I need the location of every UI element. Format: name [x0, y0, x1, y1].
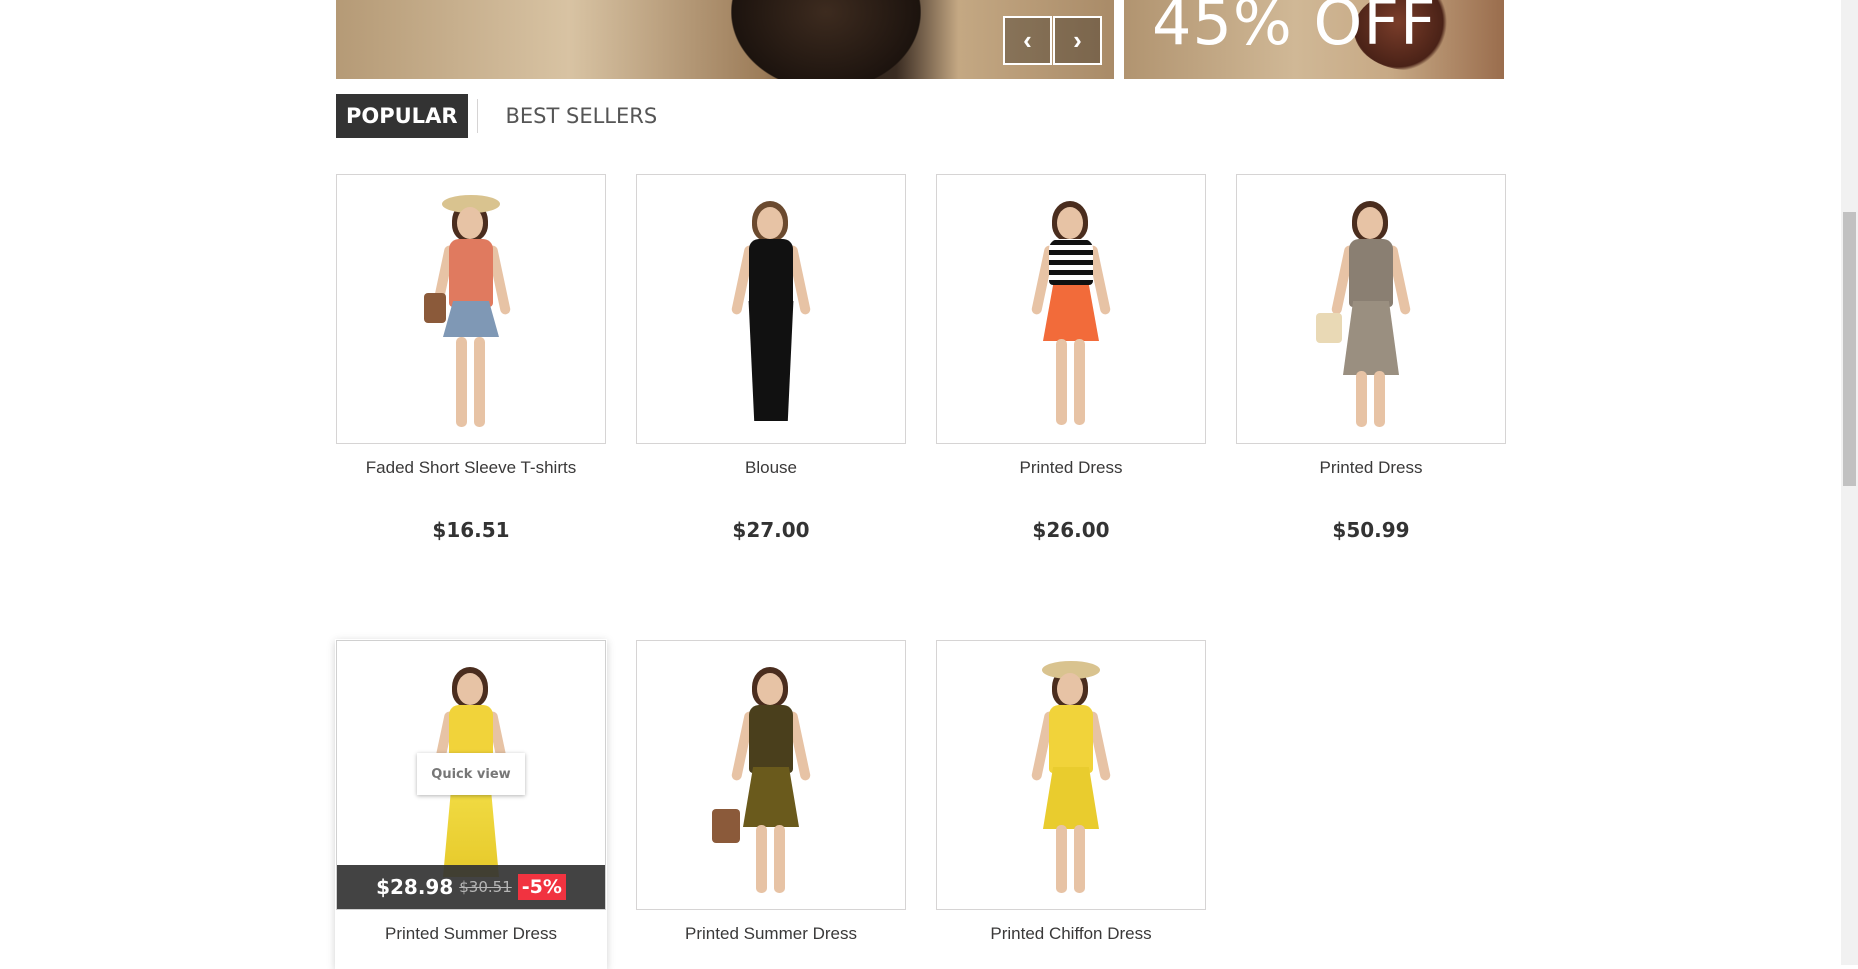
product-price: $16.51: [432, 518, 510, 542]
product-image[interactable]: [1236, 174, 1506, 444]
product-name[interactable]: Printed Summer Dress: [336, 924, 606, 944]
tab-popular[interactable]: POPULAR: [336, 94, 468, 138]
model-image: [416, 193, 526, 433]
discount-badge: -5%: [517, 874, 566, 900]
scrollbar-thumb[interactable]: [1843, 212, 1856, 486]
product-image[interactable]: Quick view $28.98 $30.51 -5%: [336, 640, 606, 910]
product-tabs: POPULAR BEST SELLERS: [336, 94, 667, 138]
product-name[interactable]: Printed Chiffon Dress: [936, 924, 1206, 944]
model-jacket-image: [731, 0, 921, 79]
quick-view-button[interactable]: Quick view: [417, 753, 525, 795]
product-price: $50.99: [1332, 518, 1410, 542]
slider-nav: ‹ ›: [1003, 16, 1102, 68]
product-card[interactable]: Printed Summer Dress: [636, 640, 906, 944]
price-bar: $28.98 $30.51 -5%: [337, 865, 605, 909]
model-image: [1016, 193, 1126, 433]
product-name[interactable]: Faded Short Sleeve T-shirts: [336, 458, 606, 478]
product-card[interactable]: Printed Dress $50.99: [1236, 174, 1506, 542]
slider-next-button[interactable]: ›: [1053, 16, 1102, 65]
product-price: $27.00: [732, 518, 810, 542]
product-image[interactable]: [336, 174, 606, 444]
old-price: $30.51: [459, 878, 512, 896]
product-image[interactable]: [636, 640, 906, 910]
product-card[interactable]: Faded Short Sleeve T-shirts $16.51: [336, 174, 606, 542]
promo-text: 45% OFF: [1152, 0, 1437, 59]
slider-prev-button[interactable]: ‹: [1003, 16, 1052, 65]
product-image[interactable]: [936, 640, 1206, 910]
chevron-right-icon: ›: [1073, 25, 1082, 55]
product-name[interactable]: Printed Dress: [936, 458, 1206, 478]
banner-slide-image[interactable]: ‹ ›: [336, 0, 1114, 79]
tab-divider: [476, 99, 478, 133]
model-image: [712, 659, 826, 899]
tab-best-sellers[interactable]: BEST SELLERS: [496, 94, 668, 138]
product-card[interactable]: Printed Chiffon Dress: [936, 640, 1206, 944]
model-image: [1316, 193, 1426, 433]
product-name[interactable]: Printed Dress: [1236, 458, 1506, 478]
chevron-left-icon: ‹: [1023, 25, 1032, 55]
product-price: $26.00: [1032, 518, 1110, 542]
product-image[interactable]: [636, 174, 906, 444]
product-name[interactable]: Blouse: [636, 458, 906, 478]
product-card[interactable]: Printed Dress $26.00: [936, 174, 1206, 542]
product-price: $28.98: [376, 875, 454, 899]
model-image: [1016, 659, 1126, 899]
product-name[interactable]: Printed Summer Dress: [636, 924, 906, 944]
promo-banner[interactable]: 45% OFF: [1124, 0, 1504, 79]
page-scrollbar[interactable]: [1841, 0, 1858, 965]
model-image: [716, 193, 826, 433]
product-image[interactable]: [936, 174, 1206, 444]
product-card[interactable]: Quick view $28.98 $30.51 -5% Printed Sum…: [336, 640, 606, 944]
product-card[interactable]: Blouse $27.00: [636, 174, 906, 542]
